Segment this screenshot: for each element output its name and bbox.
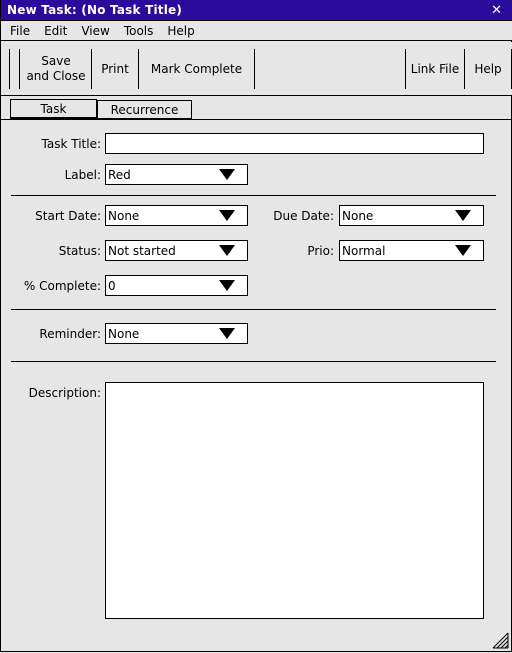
save-and-close-button[interactable]: Save and Close (21, 42, 91, 96)
titlebar: New Task: (No Task Title) ✕ (1, 0, 512, 21)
reminder-label: Reminder: (39, 327, 101, 341)
due-date-label: Due Date: (273, 209, 334, 223)
status-value: Not started (108, 243, 176, 258)
label-field-label: Label: (64, 168, 101, 182)
menu-item-edit[interactable]: Edit (44, 24, 67, 38)
percent-complete-label: % Complete: (23, 279, 101, 293)
chevron-down-icon (219, 245, 235, 256)
reminder-dropdown[interactable]: None (105, 323, 248, 344)
close-icon[interactable]: ✕ (491, 4, 512, 17)
status-dropdown[interactable]: Not started (105, 240, 248, 261)
priority-label: Prio: (307, 244, 334, 258)
chevron-down-icon (455, 210, 471, 221)
start-date-dropdown[interactable]: None (105, 205, 248, 226)
resize-grip[interactable] (492, 632, 509, 649)
toolbar: Save and Close Print Mark Complete Link … (1, 42, 512, 96)
toolbar-separator (254, 49, 255, 89)
status-label: Status: (58, 244, 101, 258)
help-button[interactable]: Help (465, 42, 511, 96)
reminder-value: None (108, 326, 140, 341)
start-date-label: Start Date: (35, 209, 101, 223)
chevron-down-icon (219, 280, 235, 291)
description-label: Description: (28, 386, 101, 400)
section-divider (11, 309, 496, 310)
menu-item-file[interactable]: File (10, 24, 30, 38)
priority-value: Normal (342, 243, 386, 258)
label-dropdown[interactable]: Red (105, 164, 248, 185)
percent-complete-value: 0 (108, 278, 116, 293)
link-file-button[interactable]: Link File (406, 42, 464, 96)
toolbar-separator (19, 49, 20, 89)
chevron-down-icon (219, 169, 235, 180)
task-window: New Task: (No Task Title) ✕ File Edit Vi… (0, 0, 512, 652)
task-form: Task Title: Label: Red Start Date: None … (1, 123, 511, 651)
due-date-value: None (342, 208, 374, 223)
chevron-down-icon (455, 245, 471, 256)
chevron-down-icon (219, 328, 235, 339)
menu-item-view[interactable]: View (81, 24, 109, 38)
window-title: New Task: (No Task Title) (7, 3, 183, 17)
toolbar-separator (9, 49, 10, 89)
priority-dropdown[interactable]: Normal (339, 240, 484, 261)
tabstrip: Task Recurrence (1, 97, 512, 122)
description-textarea[interactable] (105, 382, 484, 619)
task-title-input[interactable] (105, 133, 484, 154)
due-date-dropdown[interactable]: None (339, 205, 484, 226)
section-divider (11, 195, 496, 196)
label-dropdown-value: Red (108, 167, 131, 182)
menubar: File Edit View Tools Help (1, 21, 512, 41)
mark-complete-button[interactable]: Mark Complete (139, 42, 254, 96)
section-divider (11, 361, 496, 362)
tabstrip-underline (1, 119, 512, 120)
tab-task[interactable]: Task (10, 99, 97, 120)
tab-recurrence[interactable]: Recurrence (97, 100, 192, 119)
resize-grip-icon (492, 632, 509, 649)
chevron-down-icon (219, 210, 235, 221)
menu-item-help[interactable]: Help (167, 24, 194, 38)
menu-item-tools[interactable]: Tools (124, 24, 154, 38)
print-button[interactable]: Print (92, 42, 138, 96)
task-title-label: Task Title: (41, 137, 101, 151)
percent-complete-dropdown[interactable]: 0 (105, 275, 248, 296)
start-date-value: None (108, 208, 140, 223)
